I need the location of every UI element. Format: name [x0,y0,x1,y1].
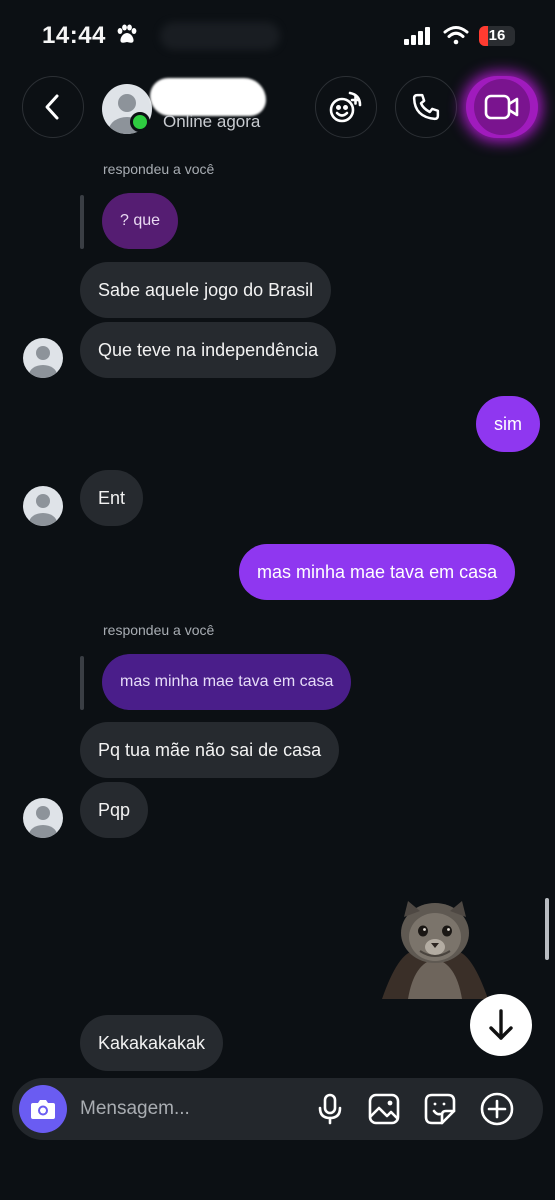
video-button-inner [474,79,530,135]
incoming-message[interactable]: Kakakakakak [80,1015,224,1071]
sender-avatar[interactable] [23,338,63,378]
gallery-icon [368,1093,400,1125]
incoming-message[interactable]: Sabe aquele jogo do Brasil [80,262,332,318]
incoming-message[interactable]: Que teve na independência [80,322,337,378]
reply-label: respondeu a você [103,161,215,177]
contact-status: Online agora [163,112,261,131]
incoming-message[interactable]: Pq tua mãe não sai de casa [80,722,340,778]
signal-icon [404,27,432,50]
camera-button[interactable] [19,1085,67,1133]
quoted-message[interactable]: mas minha mae tava em casa [102,654,352,710]
video-camera-icon [484,94,519,120]
outgoing-message[interactable]: mas minha mae tava em casa [239,544,516,600]
video-call-button[interactable] [466,76,538,138]
message-input[interactable] [80,1096,300,1122]
sticker-button[interactable] [422,1090,458,1128]
sticker-icon [424,1093,456,1125]
wifi-icon [443,24,469,51]
outgoing-message[interactable]: sim [476,396,540,452]
phone-icon [412,93,440,121]
microphone-icon [318,1093,342,1125]
battery-percent: 16 [488,27,506,44]
quoted-message[interactable]: ? que [102,193,179,249]
scrollbar[interactable] [545,898,549,960]
audio-call-button[interactable] [395,76,457,138]
incoming-message[interactable]: Pqp [80,782,149,838]
sender-avatar[interactable] [23,798,63,838]
blurred-notification [160,22,280,50]
plus-icon [480,1092,514,1126]
plus-button[interactable] [479,1090,515,1128]
effects-button[interactable] [315,76,377,138]
back-arrow-icon [45,94,59,120]
status-time: 14:44 [42,22,106,49]
emoji-effects-icon [329,91,362,123]
reply-indicator [80,195,84,249]
paw-icon [114,22,138,51]
sender-avatar[interactable] [23,486,63,526]
incoming-message[interactable]: Ent [80,470,144,526]
reply-label: respondeu a você [103,622,215,638]
cat-sticker[interactable] [380,893,490,999]
back-button[interactable] [22,76,84,138]
scroll-to-bottom-button[interactable] [470,994,532,1056]
camera-icon [31,1100,55,1119]
microphone-button[interactable] [312,1090,348,1128]
gallery-button[interactable] [366,1090,402,1128]
redacted-contact-name[interactable] [150,78,266,116]
battery-indicator: 16 [479,26,515,46]
arrow-down-icon [489,1009,513,1040]
reply-indicator [80,656,84,710]
online-indicator [130,112,150,132]
